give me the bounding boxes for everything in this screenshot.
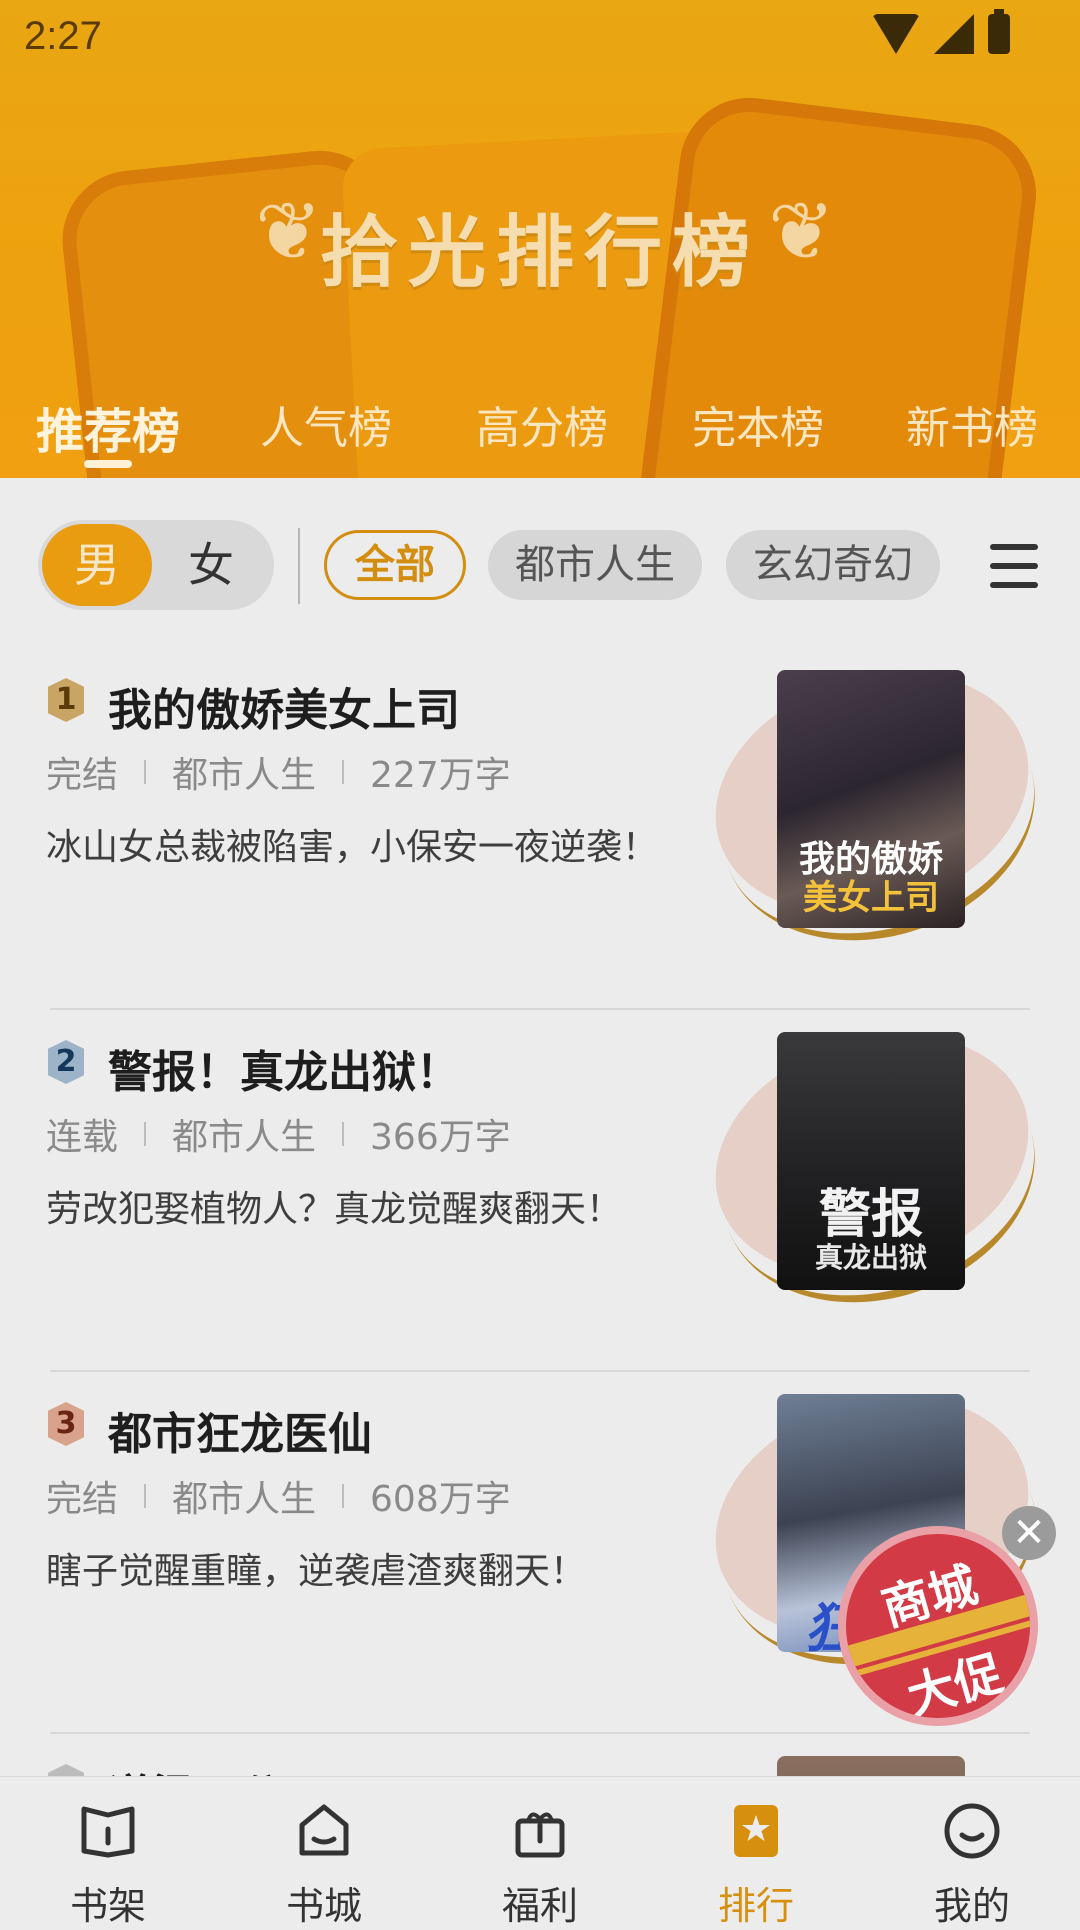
book-category: 都市人生 <box>172 755 317 796</box>
nav-label: 书城 <box>285 1884 362 1928</box>
book-word-count: 608万字 <box>370 1479 511 1520</box>
ranking-header: 2:27 ❦ 拾光排行榜 ❦ 推荐榜 人气榜 高分榜 完本榜 新书榜 <box>0 0 1080 478</box>
bookshelf-icon <box>81 1806 135 1858</box>
ranking-icon <box>734 1805 778 1857</box>
tab-popular[interactable]: 人气榜 <box>260 392 392 456</box>
tab-high-score[interactable]: 高分榜 <box>476 392 608 456</box>
book-category: 都市人生 <box>172 1479 317 1520</box>
rank-badge: 2 <box>48 1040 84 1084</box>
book-status: 完结 <box>46 1479 119 1520</box>
nav-label: 我的 <box>933 1884 1010 1928</box>
laurel-right-icon: ❦ <box>768 185 836 278</box>
category-chip-all[interactable]: 全部 <box>324 530 466 600</box>
wifi-icon <box>872 14 920 54</box>
gender-female-option[interactable]: 女 <box>188 520 234 610</box>
nav-label: 书架 <box>69 1884 146 1928</box>
book-status: 连载 <box>46 1117 119 1158</box>
book-item[interactable]: 道梁二公子 <box>0 1734 1080 1782</box>
book-meta: 完结 都市人生 227万字 <box>46 746 511 798</box>
bottom-nav: 书架 书城 福利 排行 我的 <box>0 1776 1080 1928</box>
nav-welfare[interactable]: 福利 <box>432 1777 648 1928</box>
book-description: 瞎子觉醒重瞳，逆袭虐渣爽翻天！ <box>46 1551 587 1592</box>
nav-bookstore[interactable]: 书城 <box>216 1777 432 1928</box>
rank-badge: 3 <box>48 1402 84 1446</box>
nav-label: 排行 <box>717 1884 794 1928</box>
nav-ranking[interactable]: 排行 <box>648 1777 864 1928</box>
signal-icon <box>934 14 974 54</box>
status-time: 2:27 <box>24 14 102 58</box>
book-meta: 连载 都市人生 366万字 <box>46 1108 511 1160</box>
rank-badge: 1 <box>48 678 84 722</box>
book-description: 冰山女总裁被陷害，小保安一夜逆袭！ <box>46 827 659 868</box>
book-title: 都市狂龙医仙 <box>108 1409 372 1460</box>
nav-profile[interactable]: 我的 <box>864 1777 1080 1928</box>
book-word-count: 227万字 <box>370 755 511 796</box>
book-title: 警报！真龙出狱！ <box>108 1047 460 1098</box>
book-status: 完结 <box>46 755 119 796</box>
book-description: 劳改犯娶植物人？真龙觉醒爽翻天！ <box>46 1189 623 1230</box>
page-title: 拾光排行榜 <box>319 208 760 298</box>
book-word-count: 366万字 <box>370 1117 511 1158</box>
divider <box>298 528 300 604</box>
book-cover[interactable]: 警报 真龙出狱 <box>777 1032 965 1290</box>
book-meta: 完结 都市人生 608万字 <box>46 1470 511 1522</box>
nav-bookshelf[interactable]: 书架 <box>0 1777 216 1928</box>
ranking-tabs: 推荐榜 人气榜 高分榜 完本榜 新书榜 <box>0 392 1080 460</box>
active-tab-indicator <box>84 460 132 468</box>
cover-title-line: 美女上司 <box>803 878 939 918</box>
book-item[interactable]: 2 警报！真龙出狱！ 连载 都市人生 366万字 劳改犯娶植物人？真龙觉醒爽翻天… <box>0 996 1080 1372</box>
gender-male-option[interactable]: 男 <box>42 524 152 606</box>
filter-row: 男 女 全部 都市人生 玄幻奇幻 <box>0 478 1080 648</box>
tab-recommend[interactable]: 推荐榜 <box>36 392 180 462</box>
book-category: 都市人生 <box>172 1117 317 1158</box>
book-cover[interactable]: 我的傲娇 美女上司 <box>777 670 965 928</box>
promo-close-icon[interactable]: ✕ <box>1002 1506 1056 1560</box>
battery-icon <box>988 9 1010 54</box>
status-icons <box>872 9 1010 54</box>
nav-label: 福利 <box>501 1884 578 1928</box>
book-title: 我的傲娇美女上司 <box>108 685 460 736</box>
gift-icon <box>515 1812 565 1858</box>
category-chip-fantasy[interactable]: 玄幻奇幻 <box>726 530 940 600</box>
tab-completed[interactable]: 完本榜 <box>692 392 824 456</box>
menu-icon[interactable] <box>990 544 1038 588</box>
book-item[interactable]: 1 我的傲娇美女上司 完结 都市人生 227万字 冰山女总裁被陷害，小保安一夜逆… <box>0 634 1080 1010</box>
cover-title-line: 真龙出狱 <box>814 1241 927 1274</box>
gender-toggle[interactable]: 男 女 <box>38 520 274 610</box>
bookstore-icon <box>299 1804 349 1856</box>
category-chip-urban[interactable]: 都市人生 <box>488 530 702 600</box>
tab-new-books[interactable]: 新书榜 <box>906 392 1038 456</box>
profile-icon <box>944 1803 1000 1859</box>
